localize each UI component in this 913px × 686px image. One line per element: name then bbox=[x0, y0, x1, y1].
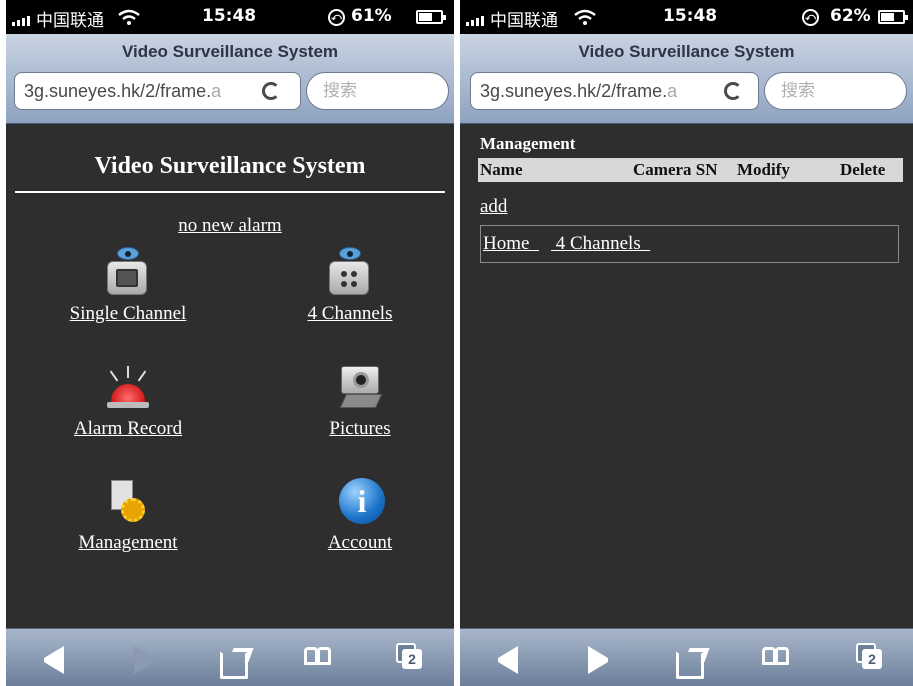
signal-icon bbox=[466, 16, 488, 26]
account-link[interactable]: Account bbox=[270, 532, 450, 554]
url-field[interactable]: 3g.suneyes.hk/2/frame.a bbox=[14, 72, 301, 110]
battery-percentage: 61% bbox=[351, 6, 392, 26]
browser-page-title: Video Surveillance System bbox=[121, 42, 339, 61]
column-header-modify: Modify bbox=[737, 160, 790, 179]
url-text-fade: a bbox=[211, 81, 222, 101]
status-bar: 中国联通 15:48 ⤺ 61% bbox=[6, 0, 454, 34]
status-bar: 中国联通 15:48 ⤺ 62% bbox=[460, 0, 913, 34]
search-field[interactable]: 搜索 bbox=[306, 72, 449, 110]
column-header-delete: Delete bbox=[840, 160, 886, 179]
browser-address-bar: Video Surveillance System 3g.suneyes.hk/… bbox=[6, 34, 454, 124]
browser-page-title: Video Surveillance System bbox=[578, 42, 795, 61]
carrier-name: 中国联通 bbox=[36, 11, 104, 31]
page-content: Video Surveillance System no new alarm S… bbox=[6, 125, 454, 628]
add-camera-link[interactable]: add bbox=[480, 196, 507, 218]
orientation-lock-icon: ⤺ bbox=[802, 9, 819, 26]
page-title: Video Surveillance System bbox=[94, 153, 366, 179]
account-tile[interactable]: i Account bbox=[270, 476, 450, 554]
tabs-icon[interactable]: 2 bbox=[396, 643, 422, 671]
signal-icon bbox=[12, 16, 34, 26]
tab-count: 2 bbox=[402, 649, 422, 669]
battery-level bbox=[419, 13, 432, 21]
right-phone-screen: 中国联通 15:48 ⤺ 62% Video Surveillance Syst… bbox=[460, 0, 913, 686]
back-arrow-icon[interactable] bbox=[498, 646, 518, 674]
nav-links-box: Home 4 Channels bbox=[480, 225, 899, 263]
share-icon[interactable] bbox=[220, 651, 248, 679]
alarm-siren-icon bbox=[103, 362, 153, 412]
share-icon[interactable] bbox=[676, 651, 704, 679]
camera-single-icon bbox=[103, 247, 153, 297]
battery-percentage: 62% bbox=[830, 6, 871, 26]
column-header-camera-sn: Camera SN bbox=[633, 160, 718, 179]
pictures-tile[interactable]: Pictures bbox=[270, 362, 450, 440]
wifi-icon bbox=[118, 9, 140, 25]
management-link[interactable]: Management bbox=[38, 532, 218, 554]
browser-toolbar: 2 bbox=[6, 628, 454, 686]
tab-count: 2 bbox=[862, 649, 882, 669]
tabs-icon[interactable]: 2 bbox=[856, 643, 882, 671]
management-tile[interactable]: Management bbox=[38, 476, 218, 554]
reload-icon[interactable] bbox=[724, 82, 742, 100]
alarm-record-tile[interactable]: Alarm Record bbox=[38, 362, 218, 440]
back-arrow-icon[interactable] bbox=[44, 646, 64, 674]
battery-icon bbox=[878, 10, 908, 24]
pictures-link[interactable]: Pictures bbox=[270, 418, 450, 440]
four-channels-link[interactable]: 4 Channels bbox=[260, 303, 440, 325]
url-text: 3g.suneyes.hk/2/frame. bbox=[480, 81, 668, 101]
wifi-icon bbox=[574, 9, 596, 25]
clock: 15:48 bbox=[202, 6, 257, 26]
title-divider bbox=[15, 191, 445, 193]
forward-arrow-icon bbox=[134, 646, 154, 674]
management-title: Management bbox=[480, 134, 576, 153]
url-field[interactable]: 3g.suneyes.hk/2/frame.a bbox=[470, 72, 759, 110]
reload-icon[interactable] bbox=[262, 82, 280, 100]
search-field[interactable]: 搜索 bbox=[764, 72, 907, 110]
orientation-lock-icon: ⤺ bbox=[328, 9, 345, 26]
url-text: 3g.suneyes.hk/2/frame. bbox=[24, 81, 212, 101]
column-header-name: Name bbox=[480, 160, 523, 179]
home-link[interactable]: Home bbox=[483, 226, 539, 262]
single-channel-link[interactable]: Single Channel bbox=[38, 303, 218, 325]
single-channel-tile[interactable]: Single Channel bbox=[38, 247, 218, 325]
four-channels-nav-link[interactable]: 4 Channels bbox=[551, 226, 650, 262]
page-content: Management Name Camera SN Modify Delete … bbox=[460, 125, 913, 628]
bookmarks-icon[interactable] bbox=[304, 645, 334, 673]
browser-toolbar: 2 bbox=[460, 628, 913, 686]
photo-camera-icon bbox=[335, 362, 385, 412]
left-phone-screen: 中国联通 15:48 ⤺ 61% Video Surveillance Syst… bbox=[6, 0, 454, 686]
four-channels-tile[interactable]: 4 Channels bbox=[260, 247, 440, 325]
battery-icon bbox=[416, 10, 446, 24]
bookmarks-icon[interactable] bbox=[762, 645, 792, 673]
clock: 15:48 bbox=[663, 6, 718, 26]
settings-gear-icon bbox=[103, 476, 153, 526]
camera-quad-icon bbox=[325, 247, 375, 297]
browser-address-bar: Video Surveillance System 3g.suneyes.hk/… bbox=[460, 34, 913, 124]
alarm-record-link[interactable]: Alarm Record bbox=[38, 418, 218, 440]
info-icon: i bbox=[335, 476, 385, 526]
table-header-row: Name Camera SN Modify Delete bbox=[478, 158, 903, 182]
battery-level bbox=[881, 13, 895, 21]
forward-arrow-icon[interactable] bbox=[588, 646, 608, 674]
carrier-name: 中国联通 bbox=[490, 11, 558, 31]
no-new-alarm-link[interactable]: no new alarm bbox=[6, 215, 454, 237]
url-text-fade: a bbox=[667, 81, 678, 101]
